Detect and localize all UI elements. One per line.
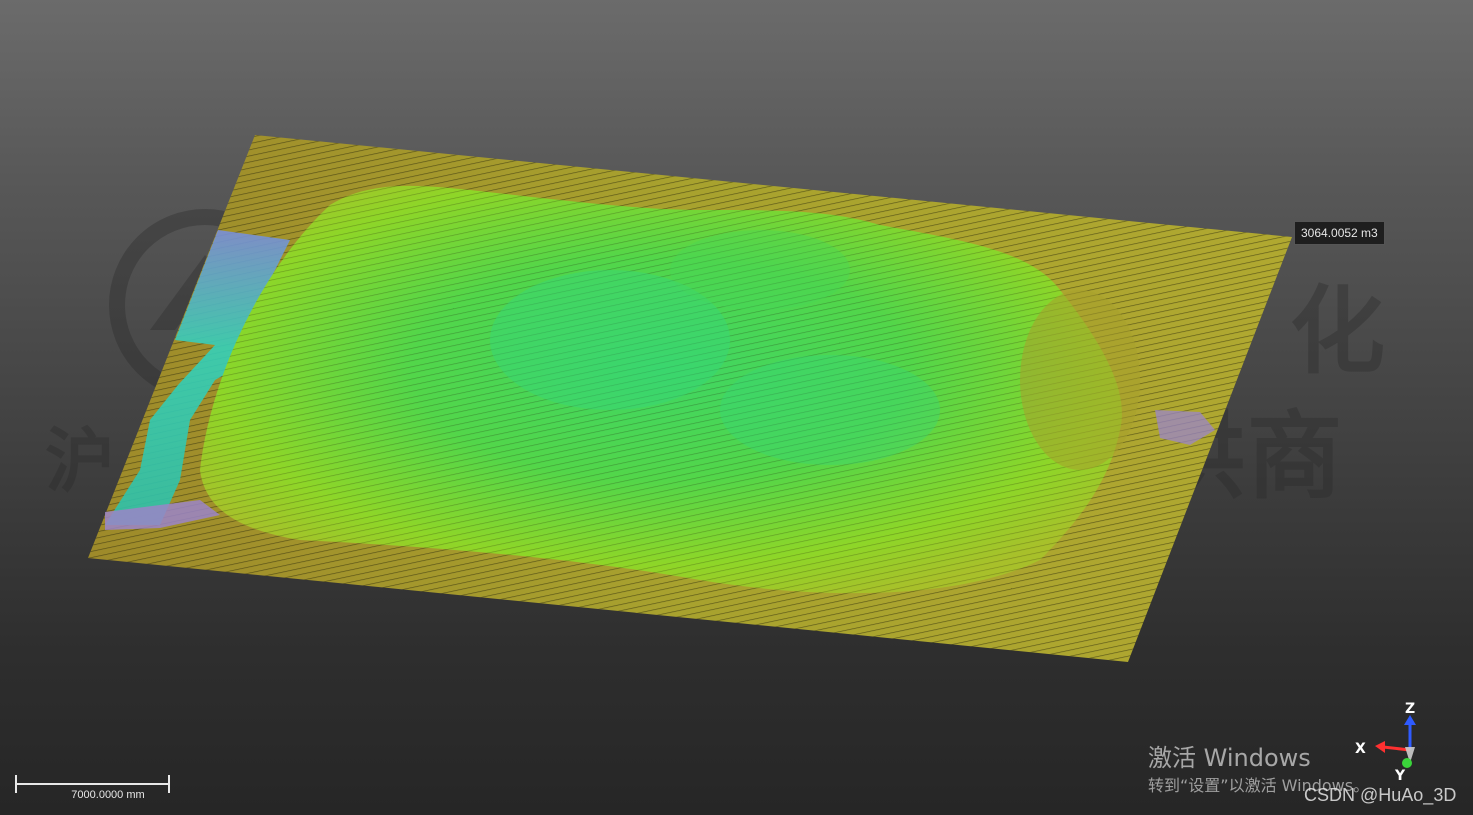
terrain-peak-2 — [720, 355, 940, 465]
y-axis-label: Y — [1394, 768, 1406, 784]
3d-viewport[interactable] — [0, 0, 1473, 815]
scale-bar-line — [15, 783, 169, 785]
terrain-peak-3 — [670, 230, 850, 310]
x-axis-arrow — [1375, 741, 1385, 753]
axis-triad[interactable]: Z X Y — [1345, 695, 1430, 790]
z-axis-label: Z — [1405, 701, 1415, 717]
scale-bar: 7000.0000 mm — [15, 773, 171, 803]
y-axis-sphere — [1402, 758, 1412, 768]
x-axis-label: X — [1355, 741, 1366, 757]
scale-bar-label: 7000.0000 mm — [71, 789, 145, 801]
terrain-right-shoulder — [1020, 290, 1140, 470]
volume-measurement-label: 3064.0052 m3 — [1294, 221, 1385, 245]
windows-activation-title: 激活 Windows — [1148, 744, 1311, 772]
